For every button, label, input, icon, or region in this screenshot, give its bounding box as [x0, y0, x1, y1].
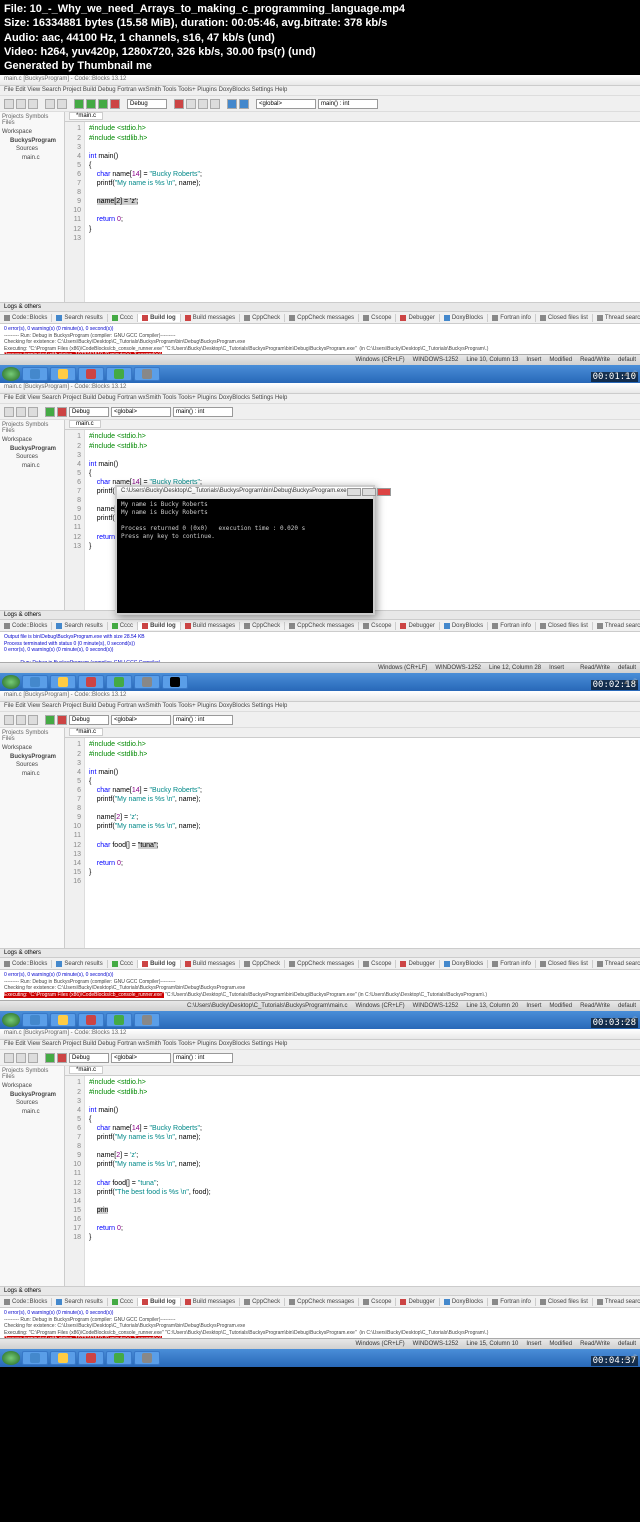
- timestamp: 00:01:10: [591, 372, 638, 382]
- project-node[interactable]: BuckysProgram: [2, 137, 62, 145]
- run-icon[interactable]: [86, 99, 96, 109]
- stop-icon[interactable]: [57, 407, 67, 417]
- toolbar: Debug <global> main() : int: [0, 96, 640, 112]
- sources-node[interactable]: Sources: [2, 145, 62, 153]
- frame-4: main.c [BuckysProgram] - Code::Blocks 13…: [0, 1029, 640, 1367]
- start-button[interactable]: [2, 675, 20, 689]
- sidebar: Projects Symbols Files Workspace BuckysP…: [0, 420, 65, 610]
- file-info-header: File: 10_-_Why_we_need_Arrays_to_making_…: [0, 0, 640, 75]
- doxy-icon[interactable]: [227, 99, 237, 109]
- status-bar: Windows (CR+LF)WINDOWS-1252Line 12, Colu…: [0, 662, 640, 673]
- close-button[interactable]: [377, 488, 391, 496]
- console-window[interactable]: C:\Users\Bucky\Desktop\C_Tutorials\Bucky…: [115, 485, 375, 615]
- log-tab-cccc[interactable]: Cccc: [108, 314, 138, 322]
- file-node[interactable]: main.c: [2, 154, 62, 162]
- file-line: File: 10_-_Why_we_need_Arrays_to_making_…: [4, 2, 636, 16]
- stop-icon[interactable]: [110, 99, 120, 109]
- size-line: Size: 16334881 bytes (15.58 MiB), durati…: [4, 16, 636, 30]
- editor: *main.c 12345678910111213 #include <stdi…: [65, 112, 640, 302]
- log-tabs: Code::Blocks Search results Cccc Build l…: [0, 312, 640, 324]
- task-explorer[interactable]: [50, 367, 76, 381]
- taskbar[interactable]: ▲ 🔊 00:02:18: [0, 673, 640, 691]
- build-run-icon[interactable]: [98, 99, 108, 109]
- logs-label: Logs & others: [0, 302, 640, 312]
- build-log: Output file is bin\Debug\BuckysProgram.e…: [0, 632, 640, 662]
- file-tab[interactable]: main.c: [69, 420, 101, 428]
- toolbar: Debug <global> main() : int: [0, 404, 640, 420]
- step-icon[interactable]: [186, 99, 196, 109]
- gen-line: Generated by Thumbnail me: [4, 59, 636, 73]
- task-app[interactable]: [78, 367, 104, 381]
- status-path: C:\Users\Bucky\Desktop\C_Tutorials\Bucky…: [187, 1003, 348, 1009]
- log-tab-cppcheck[interactable]: CppCheck: [240, 314, 285, 322]
- log-tab-doxy[interactable]: DoxyBlocks: [440, 314, 488, 322]
- new-icon[interactable]: [4, 99, 14, 109]
- func-dropdown[interactable]: main() : int: [318, 99, 378, 109]
- line-numbers: 12345678910111213: [65, 122, 85, 302]
- log-tab-debugger[interactable]: Debugger: [396, 314, 439, 322]
- code-area[interactable]: 12345678910111213 #include <stdio.h> #in…: [65, 122, 640, 302]
- log-error: Process terminated with status -10737415…: [4, 352, 162, 354]
- menu-bar[interactable]: File Edit View Search Project Build Debu…: [0, 394, 640, 404]
- log-tab-thread[interactable]: Thread search: [593, 314, 640, 322]
- undo-icon[interactable]: [45, 99, 55, 109]
- file-tab[interactable]: *main.c: [69, 112, 103, 120]
- scope-dropdown[interactable]: <global>: [111, 407, 171, 417]
- scope-dropdown[interactable]: <global>: [256, 99, 316, 109]
- open-icon[interactable]: [16, 99, 26, 109]
- log-tab-fortran[interactable]: Fortran info: [488, 314, 536, 322]
- save-icon[interactable]: [28, 407, 38, 417]
- frame-1: main.c [BuckysProgram] - Code::Blocks 13…: [0, 75, 640, 383]
- build-log: 0 error(s), 0 warning(s) (0 minute(s), 0…: [0, 324, 640, 354]
- editor-tabs: *main.c: [65, 112, 640, 122]
- console-title: C:\Users\Bucky\Desktop\C_Tutorials\Bucky…: [117, 487, 373, 499]
- run-icon[interactable]: [45, 407, 55, 417]
- status-bar: Windows (CR+LF)WINDOWS-1252Line 10, Colu…: [0, 354, 640, 365]
- console-output: My name is Bucky Roberts My name is Buck…: [117, 499, 373, 542]
- log-tab-cscope[interactable]: Cscope: [359, 314, 396, 322]
- step-icon[interactable]: [210, 99, 220, 109]
- step-icon[interactable]: [198, 99, 208, 109]
- target-dropdown[interactable]: Debug: [69, 407, 109, 417]
- log-tab-buildmsg[interactable]: Build messages: [181, 314, 240, 322]
- debug-icon[interactable]: [174, 99, 184, 109]
- save-icon[interactable]: [28, 99, 38, 109]
- log-tab-cppcheckmsg[interactable]: CppCheck messages: [285, 314, 359, 322]
- min-button[interactable]: [347, 488, 361, 496]
- workspace-node[interactable]: Workspace: [2, 128, 62, 136]
- doxy-icon[interactable]: [239, 99, 249, 109]
- target-dropdown[interactable]: Debug: [127, 99, 167, 109]
- redo-icon[interactable]: [57, 99, 67, 109]
- sidebar: Projects Symbols Files Workspace BuckysP…: [0, 112, 65, 302]
- video-line: Video: h264, yuv420p, 1280x720, 326 kb/s…: [4, 45, 636, 59]
- start-button[interactable]: [2, 367, 20, 381]
- log-tab-search[interactable]: Search results: [52, 314, 107, 322]
- task-app[interactable]: [106, 367, 132, 381]
- taskbar[interactable]: ▲ 🔊 00:01:10: [0, 365, 640, 383]
- log-tab-cb[interactable]: Code::Blocks: [0, 314, 52, 322]
- task-cb[interactable]: [134, 367, 160, 381]
- open-icon[interactable]: [16, 407, 26, 417]
- log-tab-buildlog[interactable]: Build log: [138, 314, 181, 322]
- frame-3: main.c [BuckysProgram] - Code::Blocks 13…: [0, 691, 640, 1029]
- menu-bar[interactable]: File Edit View Search Project Build Debu…: [0, 86, 640, 96]
- frame-2: main.c [BuckysProgram] - Code::Blocks 13…: [0, 383, 640, 691]
- log-tabs: Code::Blocks Search results Cccc Build l…: [0, 620, 640, 632]
- log-tab-closed[interactable]: Closed files list: [536, 314, 593, 322]
- func-dropdown[interactable]: main() : int: [173, 407, 233, 417]
- build-icon[interactable]: [74, 99, 84, 109]
- sidebar-tabs[interactable]: Projects Symbols Files: [2, 114, 62, 126]
- audio-line: Audio: aac, 44100 Hz, 1 channels, s16, 4…: [4, 31, 636, 45]
- task-ie[interactable]: [22, 367, 48, 381]
- window-title: main.c [BuckysProgram] - Code::Blocks 13…: [0, 75, 640, 86]
- code-text[interactable]: #include <stdio.h> #include <stdlib.h> i…: [85, 122, 640, 302]
- window-title: main.c [BuckysProgram] - Code::Blocks 13…: [0, 383, 640, 394]
- max-button[interactable]: [362, 488, 376, 496]
- new-icon[interactable]: [4, 407, 14, 417]
